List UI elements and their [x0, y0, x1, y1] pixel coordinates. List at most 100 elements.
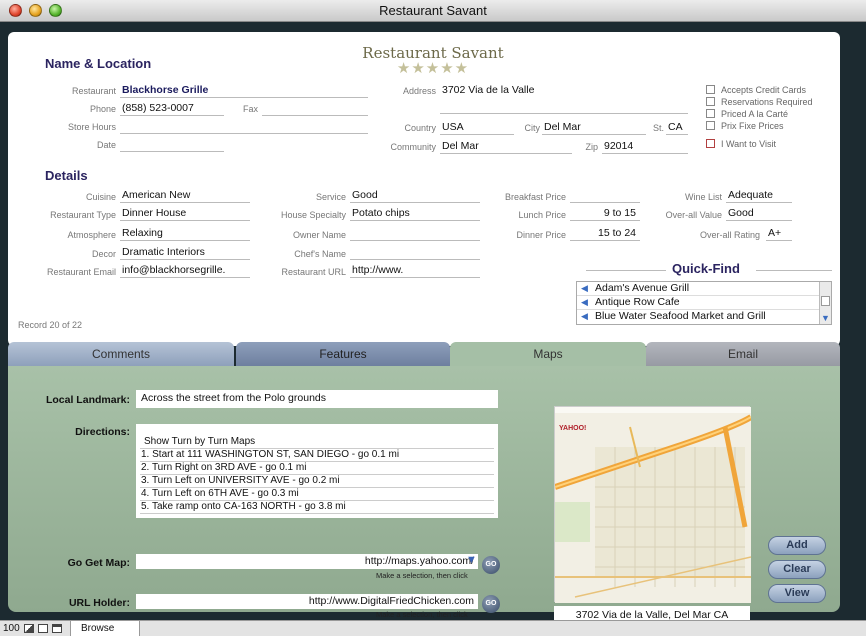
checkbox-icon[interactable]	[706, 121, 715, 130]
window-content: Restaurant Savant ★★★★★ Name & Location …	[0, 22, 866, 624]
local-landmark-field[interactable]: Across the street from the Polo grounds	[136, 390, 498, 408]
section-details: Details	[45, 168, 88, 183]
decor-field[interactable]: Dramatic Interiors	[120, 246, 250, 260]
over-all-value-field[interactable]: Good	[726, 207, 792, 221]
state-field[interactable]: CA	[666, 121, 688, 135]
local-landmark-label: Local Landmark:	[45, 394, 130, 406]
community-field[interactable]: Del Mar	[440, 140, 572, 154]
directions-label: Directions:	[75, 426, 130, 438]
quick-find-item[interactable]: ◀ Blue Water Seafood Market and Grill	[577, 310, 819, 324]
quick-find-list[interactable]: ◀ Adam's Avenue Grill ◀ Antique Row Cafe ◀…	[576, 281, 832, 325]
date-label: Date	[96, 140, 116, 150]
house-specialty-label: House Specialty	[280, 210, 346, 220]
wine-list-field[interactable]: Adequate	[726, 189, 792, 203]
cuisine-field[interactable]: American New	[120, 189, 250, 203]
quick-find-item[interactable]: ◀ Adam's Avenue Grill	[577, 282, 819, 296]
direction-step: 4. Turn Left on 6TH AVE - go 0.3 mi	[140, 488, 494, 501]
zoom-out-icon[interactable]	[24, 624, 34, 633]
brand-logo: Restaurant Savant ★★★★★	[348, 44, 518, 76]
scroll-down-arrow-icon[interactable]: ▼	[821, 313, 830, 323]
dinner-price-field[interactable]: 15 to 24	[570, 227, 640, 241]
checkbox-icon[interactable]	[706, 109, 715, 118]
checkbox-i-want-to-visit[interactable]: I Want to Visit	[706, 139, 776, 149]
state-label: St.	[652, 123, 664, 133]
record-card: Restaurant Savant ★★★★★ Name & Location …	[8, 32, 840, 346]
store-hours-label: Store Hours	[67, 122, 116, 132]
dropdown-arrow-icon[interactable]: ▼	[466, 554, 477, 566]
divider	[756, 270, 832, 271]
checkbox-icon[interactable]	[706, 139, 715, 148]
country-field[interactable]: USA	[440, 121, 514, 135]
arrow-left-icon: ◀	[581, 311, 588, 321]
fax-label: Fax	[242, 104, 258, 114]
selection-hint: Make a selection, then click	[376, 610, 468, 619]
status-toggle-icon[interactable]	[52, 624, 62, 633]
window-titlebar: Restaurant Savant	[0, 0, 866, 22]
go-url-button[interactable]: GO	[482, 595, 500, 613]
quick-find-title: Quick-Find	[672, 261, 740, 276]
checkbox-prix-fixe-prices[interactable]: Prix Fixe Prices	[706, 121, 784, 131]
maps-panel: Local Landmark: Across the street from t…	[8, 366, 840, 624]
clear-button[interactable]: Clear	[768, 560, 826, 579]
window-title: Restaurant Savant	[379, 3, 487, 18]
phone-label: Phone	[89, 104, 116, 114]
chefs-name-label: Chef's Name	[294, 249, 346, 259]
lunch-price-field[interactable]: 9 to 15	[570, 207, 640, 221]
restaurant-type-field[interactable]: Dinner House	[120, 207, 250, 221]
house-specialty-field[interactable]: Potato chips	[350, 207, 480, 221]
address-label: Address	[402, 86, 436, 96]
wine-list-label: Wine List	[684, 192, 722, 202]
checkbox-icon[interactable]	[706, 85, 715, 94]
mode-indicator[interactable]: Browse	[70, 621, 140, 636]
zoom-in-icon[interactable]	[38, 624, 48, 633]
arrow-left-icon: ◀	[581, 297, 588, 307]
restaurant-type-label: Restaurant Type	[50, 210, 116, 220]
checkbox-priced-a-la-carte[interactable]: Priced A la Carté	[706, 109, 788, 119]
store-hours-field[interactable]	[120, 120, 368, 134]
owner-name-field[interactable]	[350, 227, 480, 241]
tab-maps[interactable]: Maps	[450, 342, 646, 366]
breakfast-price-field[interactable]	[570, 189, 640, 203]
divider	[586, 270, 666, 271]
over-all-rating-field[interactable]: A+	[766, 227, 792, 241]
phone-field[interactable]: (858) 523-0007	[120, 102, 224, 116]
over-all-value-label: Over-all Value	[665, 210, 722, 220]
checkbox-accepts-credit-cards[interactable]: Accepts Credit Cards	[706, 85, 806, 95]
direction-step: 2. Turn Right on 3RD AVE - go 0.1 mi	[140, 462, 494, 475]
scroll-thumb[interactable]	[821, 296, 830, 306]
checkbox-icon[interactable]	[706, 97, 715, 106]
go-get-map-select[interactable]: http://maps.yahoo.com/	[136, 554, 478, 569]
service-field[interactable]: Good	[350, 189, 480, 203]
add-button[interactable]: Add	[768, 536, 826, 555]
restaurant-label: Restaurant	[71, 86, 116, 96]
restaurant-email-field[interactable]: info@blackhorsegrille.	[120, 264, 250, 278]
address-line2-field[interactable]	[440, 100, 688, 114]
directions-link[interactable]: Show Turn by Turn Maps	[140, 436, 494, 449]
tab-comments[interactable]: Comments	[8, 342, 234, 366]
zoom-level[interactable]: 100	[3, 623, 20, 634]
direction-step: 3. Turn Left on UNIVERSITY AVE - go 0.2 …	[140, 475, 494, 488]
breakfast-price-label: Breakfast Price	[504, 192, 566, 202]
checkbox-reservations-required[interactable]: Reservations Required	[706, 97, 813, 107]
fax-field[interactable]	[262, 102, 368, 116]
view-button[interactable]: View	[768, 584, 826, 603]
atmosphere-field[interactable]: Relaxing	[120, 227, 250, 241]
restaurant-url-field[interactable]: http://www.	[350, 264, 480, 278]
city-field[interactable]: Del Mar	[542, 121, 646, 135]
chefs-name-field[interactable]	[350, 246, 480, 260]
go-map-button[interactable]: GO	[482, 556, 500, 574]
directions-field[interactable]: Show Turn by Turn Maps 1. Start at 111 W…	[136, 424, 498, 518]
quick-find-item[interactable]: ◀ Antique Row Cafe	[577, 296, 819, 310]
country-label: Country	[404, 123, 436, 133]
url-holder-select[interactable]: http://www.DigitalFriedChicken.com	[136, 594, 478, 609]
address-field[interactable]: 3702 Via de la Valle	[440, 84, 688, 98]
quick-find-scrollbar[interactable]: ▼	[819, 282, 831, 324]
cuisine-label: Cuisine	[85, 192, 116, 202]
tab-email[interactable]: Email	[646, 342, 840, 366]
tab-features[interactable]: Features	[236, 342, 450, 366]
community-label: Community	[390, 142, 436, 152]
zip-field[interactable]: 92014	[602, 140, 688, 154]
over-all-rating-label: Over-all Rating	[699, 230, 760, 240]
date-field[interactable]	[120, 138, 224, 152]
restaurant-field[interactable]: Blackhorse Grille	[120, 84, 368, 98]
